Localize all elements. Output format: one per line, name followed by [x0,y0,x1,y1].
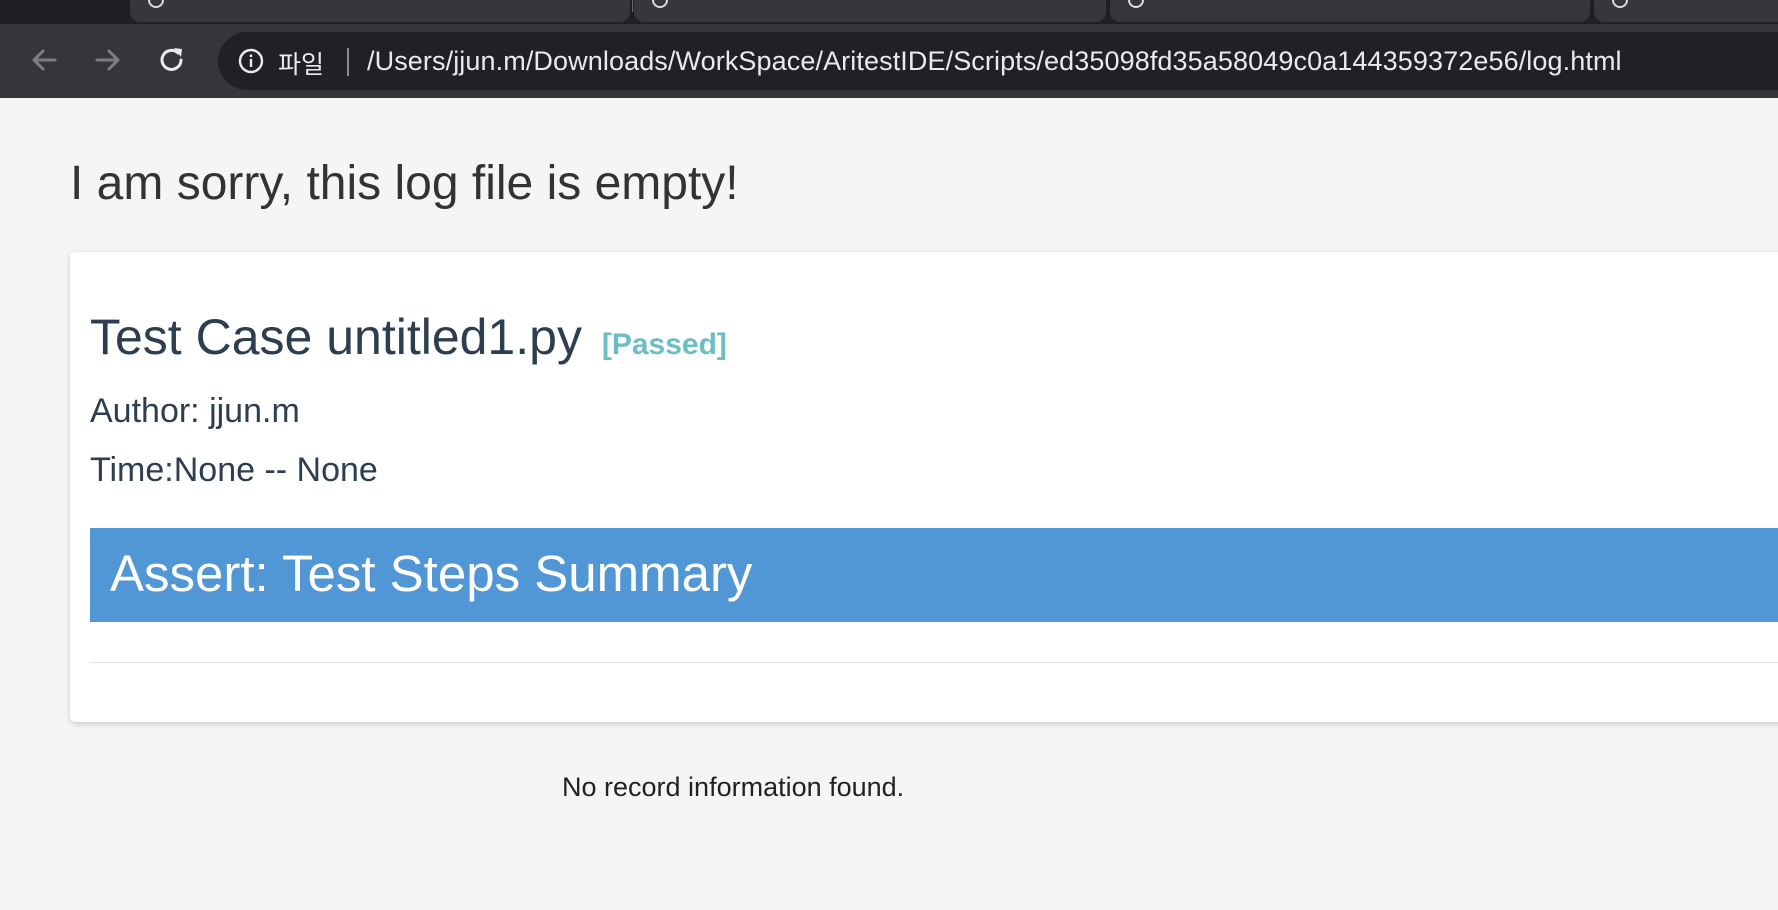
summary-title: Assert: Test Steps Summary [110,545,753,602]
arrow-left-icon [32,49,57,71]
page-title: I am sorry, this log file is empty! [70,157,739,210]
reload-button[interactable] [152,40,192,80]
browser-tab[interactable] [634,0,1106,22]
info-icon[interactable] [238,48,264,74]
test-case-name: Test Case untitled1.py [90,309,582,365]
tab-separator [632,0,633,12]
address-bar[interactable]: 파일 /Users/jjun.m/Downloads/WorkSpace/Ari… [218,32,1778,90]
arrow-right-icon [95,49,120,71]
author-text: Author: jjun.m [90,392,300,430]
tab-favicon-icon [148,0,164,8]
address-url[interactable]: /Users/jjun.m/Downloads/WorkSpace/Arites… [367,46,1622,77]
browser-tab[interactable] [1594,0,1778,22]
browser-tab[interactable] [130,0,630,22]
tab-favicon-icon [652,0,668,8]
status-badge: [Passed] [601,328,727,361]
test-case-card: Test Case untitled1.py [Passed] Author: … [70,252,1778,722]
test-case-title: Test Case untitled1.py [Passed] [90,308,727,366]
tab-strip [0,0,1778,24]
divider [90,662,1778,663]
time-text: Time:None -- None [90,451,378,489]
address-scheme-label: 파일 [278,50,325,79]
no-record-message: No record information found. [562,772,905,802]
tab-favicon-icon [1612,0,1628,8]
browser-toolbar: 파일 /Users/jjun.m/Downloads/WorkSpace/Ari… [0,24,1778,98]
forward-button[interactable] [88,40,128,80]
page-content: I am sorry, this log file is empty! Test… [0,98,1778,910]
address-divider [347,48,349,76]
reload-icon [160,48,183,71]
back-button[interactable] [24,40,64,80]
summary-header: Assert: Test Steps Summary [90,528,1778,622]
browser-tab-active[interactable] [1110,0,1590,22]
tab-favicon-icon [1128,0,1144,8]
